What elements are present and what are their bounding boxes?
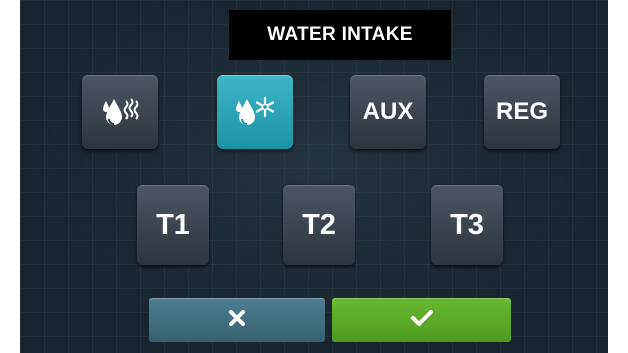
confirm-button[interactable] xyxy=(332,298,511,342)
cold-water-drops-icon xyxy=(233,95,277,129)
t3-button[interactable]: T3 xyxy=(431,185,503,265)
close-icon xyxy=(228,309,246,332)
reg-button[interactable]: REG xyxy=(484,75,560,149)
aux-button[interactable]: AUX xyxy=(350,75,426,149)
hot-water-button[interactable] xyxy=(82,75,158,149)
checkmark-icon xyxy=(410,309,434,332)
t1-button[interactable]: T1 xyxy=(137,185,209,265)
page-title: WATER INTAKE xyxy=(229,10,451,60)
cancel-button[interactable] xyxy=(149,298,325,342)
hot-water-drops-icon xyxy=(100,95,140,129)
t2-button[interactable]: T2 xyxy=(283,185,355,265)
screen: WATER INTAKE AUX REG T1 T2 T3 xyxy=(20,0,608,353)
cold-water-button[interactable] xyxy=(217,75,293,149)
